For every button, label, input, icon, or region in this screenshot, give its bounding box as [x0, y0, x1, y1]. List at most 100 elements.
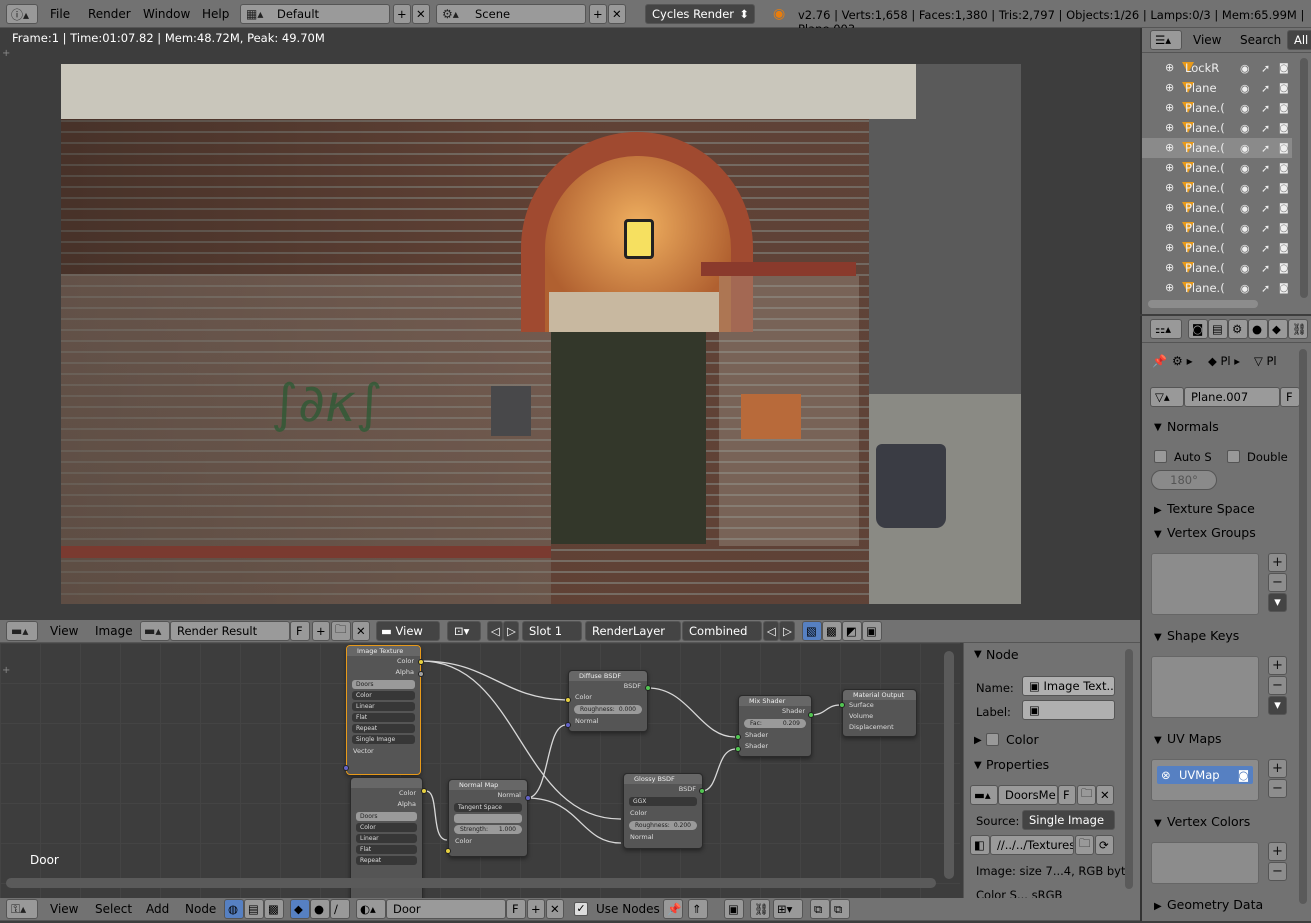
fake-user-button[interactable]: F — [1280, 387, 1300, 407]
material-unlink-button[interactable]: ✕ — [546, 899, 564, 919]
roughness-slider[interactable]: Roughness: 0.200 — [629, 821, 697, 830]
material-name-field[interactable]: Door — [386, 899, 506, 919]
shape-key-menu-button[interactable]: ▾ — [1268, 696, 1287, 715]
outliner-row[interactable]: ⊕ Plane.(◉ ➚ ◙ — [1142, 198, 1292, 218]
menu-view[interactable]: View — [50, 617, 78, 645]
remove-shape-key-button[interactable]: − — [1268, 676, 1287, 695]
cursor-icon[interactable]: ➚ — [1261, 202, 1270, 215]
pin-button[interactable]: 📌 — [663, 899, 683, 919]
image-name-field[interactable]: Render Result — [170, 621, 290, 641]
socket[interactable] — [445, 848, 451, 854]
color-checkbox[interactable] — [986, 733, 999, 746]
world-tab[interactable]: ● — [1248, 319, 1268, 339]
projection-dropdown[interactable]: Flat — [356, 845, 417, 854]
outliner-row[interactable]: ⊕ Plane.(◉ ➚ ◙ — [1142, 238, 1292, 258]
extension-dropdown[interactable]: Repeat — [352, 724, 415, 733]
editor-type-outliner-button[interactable]: ☰▴ — [1150, 30, 1182, 50]
menu-add[interactable]: Add — [146, 895, 169, 923]
expand-plus-icon[interactable]: ⊕ — [1165, 281, 1174, 294]
draw-zbuffer-button[interactable]: ▣ — [862, 621, 882, 641]
layout-remove-button[interactable]: ✕ — [412, 4, 430, 24]
outliner-row[interactable]: ⊕ Plane.(◉ ➚ ◙ — [1142, 158, 1292, 178]
add-shape-key-button[interactable]: + — [1268, 656, 1287, 675]
glossy-bsdf-node[interactable]: Glossy BSDF BSDF GGX Color Roughness: 0.2… — [623, 773, 703, 849]
expand-plus-icon[interactable]: ⊕ — [1165, 61, 1174, 74]
menu-window[interactable]: Window — [143, 0, 190, 28]
paste-nodes-button[interactable]: ⧉ — [830, 899, 850, 919]
strength-slider[interactable]: Strength: 1.000 — [454, 825, 522, 834]
menu-view[interactable]: View — [1193, 33, 1221, 47]
eye-icon[interactable]: ◉ — [1240, 222, 1250, 235]
material-browse-button[interactable]: ◐▴ — [356, 899, 386, 919]
cursor-icon[interactable]: ➚ — [1261, 182, 1270, 195]
socket[interactable] — [418, 671, 424, 677]
menu-select[interactable]: Select — [95, 895, 132, 923]
diffuse-bsdf-node[interactable]: Diffuse BSDF BSDF Color Roughness: 0.000 … — [568, 670, 648, 732]
outliner-row[interactable]: ⊕ Plane.(◉ ➚ ◙ — [1142, 138, 1292, 158]
color-space-dropdown[interactable]: Color — [352, 691, 415, 700]
eye-icon[interactable]: ◉ — [1240, 142, 1250, 155]
camera-icon[interactable]: ◙ — [1238, 766, 1249, 784]
parent-button[interactable]: ⇑ — [688, 899, 708, 919]
outliner-row[interactable]: ⊕ Plane.(◉ ➚ ◙ — [1142, 278, 1292, 298]
shape-keys-list[interactable] — [1151, 656, 1259, 718]
image-unlink-button[interactable]: ✕ — [1096, 785, 1114, 805]
use-nodes-checkbox[interactable]: ✓ — [574, 902, 588, 916]
source-dropdown[interactable]: Single Image — [352, 735, 415, 744]
remove-vertex-color-button[interactable]: − — [1268, 862, 1287, 881]
slot-dropdown[interactable]: Slot 1 — [522, 621, 582, 641]
extension-dropdown[interactable]: Repeat — [356, 856, 417, 865]
remove-vertex-group-button[interactable]: − — [1268, 573, 1287, 592]
eye-icon[interactable]: ◉ — [1240, 162, 1250, 175]
socket[interactable] — [645, 685, 651, 691]
image-unlink-button[interactable]: ✕ — [352, 621, 370, 641]
vertex-colors-panel-title[interactable]: Vertex Colors — [1167, 814, 1250, 829]
outliner-row[interactable]: ⊕ Plane.(◉ ➚ ◙ — [1142, 178, 1292, 198]
cursor-icon[interactable]: ➚ — [1261, 62, 1270, 75]
fac-slider[interactable]: Fac: 0.209 — [744, 719, 806, 728]
outliner-row[interactable]: ⊕ Plane ◉ ➚ ◙ — [1142, 78, 1292, 98]
socket[interactable] — [699, 788, 705, 794]
mesh-browse-button[interactable]: ▽▴ — [1150, 387, 1184, 407]
smooth-angle-field[interactable]: 180° — [1151, 470, 1217, 490]
editor-type-info-button[interactable]: ⓘ▴ — [6, 4, 38, 24]
render-layer-dropdown[interactable]: RenderLayer — [585, 621, 681, 641]
socket[interactable] — [735, 746, 741, 752]
double-sided-checkbox[interactable] — [1227, 450, 1240, 463]
expand-triangle-icon[interactable]: ▼ — [1154, 529, 1162, 540]
compositing-nodes-button[interactable]: ▤ — [244, 899, 264, 919]
image-name-field[interactable]: DoorsMe — [998, 785, 1058, 805]
geometry-data-panel-title[interactable]: Geometry Data — [1167, 897, 1263, 912]
expand-triangle-icon[interactable]: ▼ — [1154, 735, 1162, 746]
expand-triangle-icon[interactable]: ▼ — [1154, 632, 1162, 643]
backdrop-button[interactable]: ▣ — [724, 899, 744, 919]
outliner-row[interactable]: ⊕ Plane.(◉ ➚ ◙ — [1142, 118, 1292, 138]
cursor-icon[interactable]: ➚ — [1261, 82, 1270, 95]
node-name-field[interactable]: ▣ Image Text... — [1022, 676, 1115, 696]
fake-user-button[interactable]: F — [1058, 785, 1076, 805]
prev-slot-button[interactable]: ◁ — [487, 621, 503, 641]
texture-space-panel-title[interactable]: Texture Space — [1167, 501, 1255, 516]
socket[interactable] — [565, 697, 571, 703]
interpolation-dropdown[interactable]: Linear — [356, 834, 417, 843]
camera-icon[interactable]: ◙ — [1279, 143, 1289, 154]
expand-plus-icon[interactable]: ⊕ — [1165, 141, 1174, 154]
expand-plus-icon[interactable]: ⊕ — [1165, 241, 1174, 254]
camera-icon[interactable]: ◙ — [1279, 283, 1289, 294]
scene-tab[interactable]: ⚙ — [1228, 319, 1248, 339]
menu-view[interactable]: View — [50, 895, 78, 923]
color-panel-title[interactable]: Color — [1006, 732, 1039, 747]
expand-plus-icon[interactable]: ⊕ — [1165, 121, 1174, 134]
image-selector[interactable]: Doors — [356, 812, 417, 821]
eye-icon[interactable]: ◉ — [1240, 62, 1250, 75]
node-editor-area[interactable]: + Door Image Texture Color Alpha Doors C… — [0, 643, 960, 898]
eye-icon[interactable]: ◉ — [1240, 182, 1250, 195]
expand-plus-icon[interactable]: ⊕ — [1165, 101, 1174, 114]
menu-node[interactable]: Node — [185, 895, 216, 923]
filebrowse-button[interactable]: 🗀 — [1075, 835, 1094, 855]
eye-icon[interactable]: ◉ — [1240, 102, 1250, 115]
filepath-field[interactable]: //../../Textures... — [990, 835, 1074, 855]
vertex-groups-panel-title[interactable]: Vertex Groups — [1167, 525, 1256, 540]
cursor-icon[interactable]: ➚ — [1261, 162, 1270, 175]
pivot-dropdown[interactable]: ⊡▾ — [447, 621, 481, 641]
